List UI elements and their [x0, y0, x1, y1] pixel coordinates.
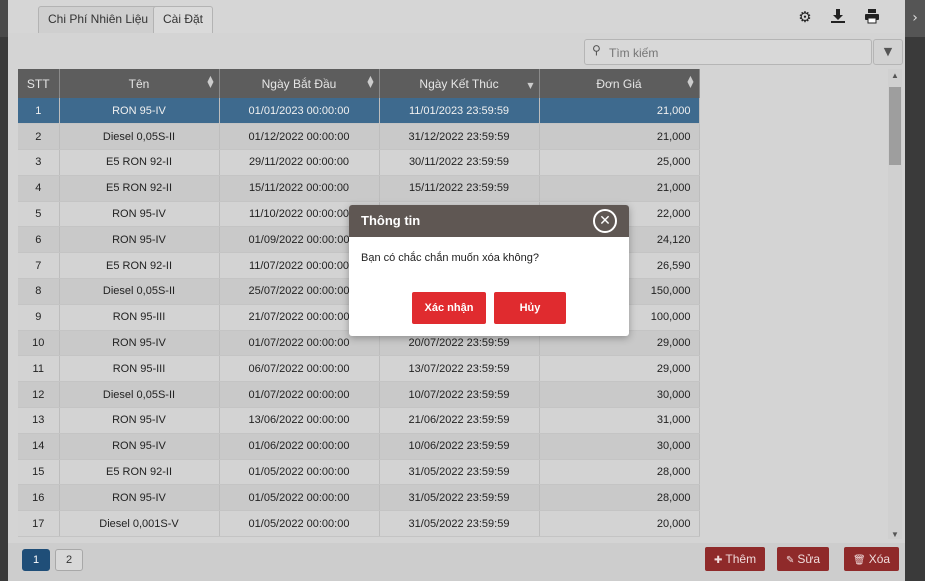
modal-overlay: Thông tin ✕ Bạn có chắc chắn muốn xóa kh… [0, 0, 925, 581]
cancel-button[interactable]: Hủy [494, 292, 566, 324]
close-icon[interactable]: ✕ [593, 209, 617, 233]
dialog-header: Thông tin ✕ [349, 205, 629, 237]
confirm-button[interactable]: Xác nhận [412, 292, 486, 324]
dialog-title: Thông tin [361, 213, 421, 228]
dialog-message: Bạn có chắc chắn muốn xóa không? [361, 252, 539, 264]
confirm-dialog: Thông tin ✕ Bạn có chắc chắn muốn xóa kh… [349, 205, 629, 336]
